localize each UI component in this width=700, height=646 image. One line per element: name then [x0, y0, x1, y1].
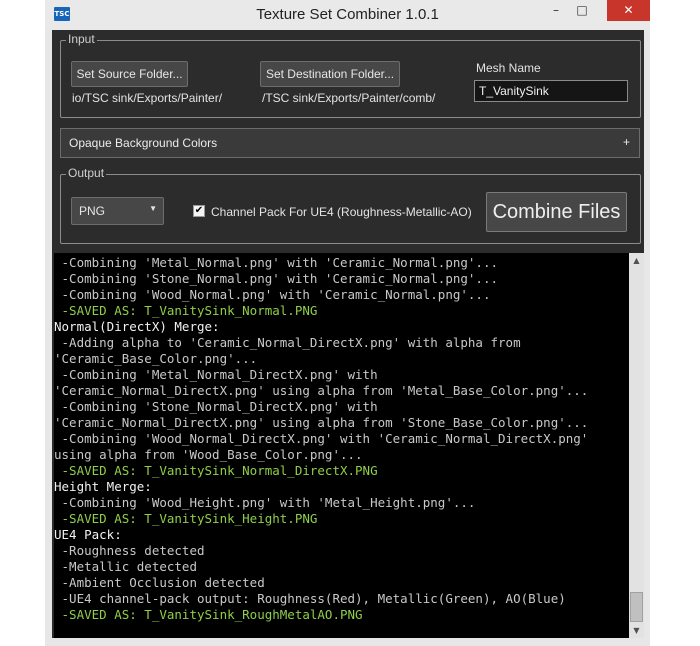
log-line: 'Ceramic_Normal_DirectX.png' using alpha…	[54, 415, 589, 430]
log-line: -Combining 'Wood_Normal_DirectX.png' wit…	[54, 431, 589, 446]
input-group-legend: Input	[66, 32, 97, 46]
app-window: TSC Texture Set Combiner 1.0.1 – □ ✕ Inp…	[45, 0, 650, 646]
log-line: Height Merge:	[54, 479, 152, 494]
combine-files-button[interactable]: Combine Files	[486, 192, 627, 232]
log-line: -Combining 'Wood_Normal.png' with 'Ceram…	[54, 287, 491, 302]
expand-icon[interactable]: +	[623, 135, 630, 149]
scrollbar-thumb[interactable]	[630, 592, 643, 622]
destination-path-label: /TSC sink/Exports/Painter/comb/	[262, 91, 436, 105]
log-line: -Combining 'Stone_Normal.png' with 'Cera…	[54, 271, 499, 286]
opaque-background-colors-panel[interactable]: Opaque Background Colors +	[60, 128, 640, 158]
log-line: -Ambient Occlusion detected	[54, 575, 265, 590]
log-line: UE4 Pack:	[54, 527, 122, 542]
log-line: -Metallic detected	[54, 559, 197, 574]
log-scrollbar[interactable]: ▲ ▼	[629, 253, 644, 638]
set-source-folder-button[interactable]: Set Source Folder...	[71, 61, 188, 87]
log-line: -SAVED AS: T_VanitySink_Height.PNG	[54, 511, 318, 526]
log-line: 'Ceramic_Normal_DirectX.png' using alpha…	[54, 383, 589, 398]
close-button[interactable]: ✕	[607, 0, 650, 21]
log-console[interactable]: -Combining 'Metal_Normal.png' with 'Cera…	[54, 253, 629, 638]
maximize-button[interactable]: □	[569, 0, 595, 21]
set-destination-folder-button[interactable]: Set Destination Folder...	[260, 61, 400, 87]
log-line: -SAVED AS: T_VanitySink_Normal.PNG	[54, 303, 318, 318]
minimize-button[interactable]: –	[543, 0, 569, 21]
opaque-background-colors-title: Opaque Background Colors	[69, 136, 218, 150]
log-line: -Combining 'Metal_Normal_DirectX.png' wi…	[54, 367, 378, 382]
mesh-name-input[interactable]	[474, 80, 628, 102]
log-line: -UE4 channel-pack output: Roughness(Red)…	[54, 591, 566, 606]
client-area: Input Set Source Folder... io/TSC sink/E…	[52, 30, 644, 638]
title-bar[interactable]: TSC Texture Set Combiner 1.0.1 – □ ✕	[45, 0, 650, 30]
log-line: -Combining 'Metal_Normal.png' with 'Cera…	[54, 255, 499, 270]
mesh-name-label: Mesh Name	[476, 61, 541, 75]
source-path-label: io/TSC sink/Exports/Painter/	[72, 91, 223, 105]
log-line: -Combining 'Wood_Height.png' with 'Metal…	[54, 495, 476, 510]
log-line: using alpha from 'Wood_Base_Color.png'..…	[54, 447, 363, 462]
scroll-up-icon[interactable]: ▲	[629, 253, 644, 268]
scroll-down-icon[interactable]: ▼	[629, 623, 644, 638]
log-line: Normal(DirectX) Merge:	[54, 319, 220, 334]
channel-pack-checkbox[interactable]: ✔	[193, 205, 205, 217]
output-format-dropdown[interactable]: PNG ▼	[71, 197, 164, 225]
channel-pack-label[interactable]: Channel Pack For UE4 (Roughness-Metallic…	[211, 205, 472, 219]
log-line: -SAVED AS: T_VanitySink_Normal_DirectX.P…	[54, 463, 378, 478]
log-line: -Combining 'Stone_Normal_DirectX.png' wi…	[54, 399, 378, 414]
log-line: -Roughness detected	[54, 543, 205, 558]
output-group-legend: Output	[66, 166, 107, 180]
log-line: -Adding alpha to 'Ceramic_Normal_DirectX…	[54, 335, 521, 350]
output-format-value: PNG	[79, 204, 106, 218]
chevron-down-icon: ▼	[149, 204, 157, 213]
log-line: -SAVED AS: T_VanitySink_RoughMetalAO.PNG	[54, 607, 363, 622]
log-line: 'Ceramic_Base_Color.png'...	[54, 351, 258, 366]
